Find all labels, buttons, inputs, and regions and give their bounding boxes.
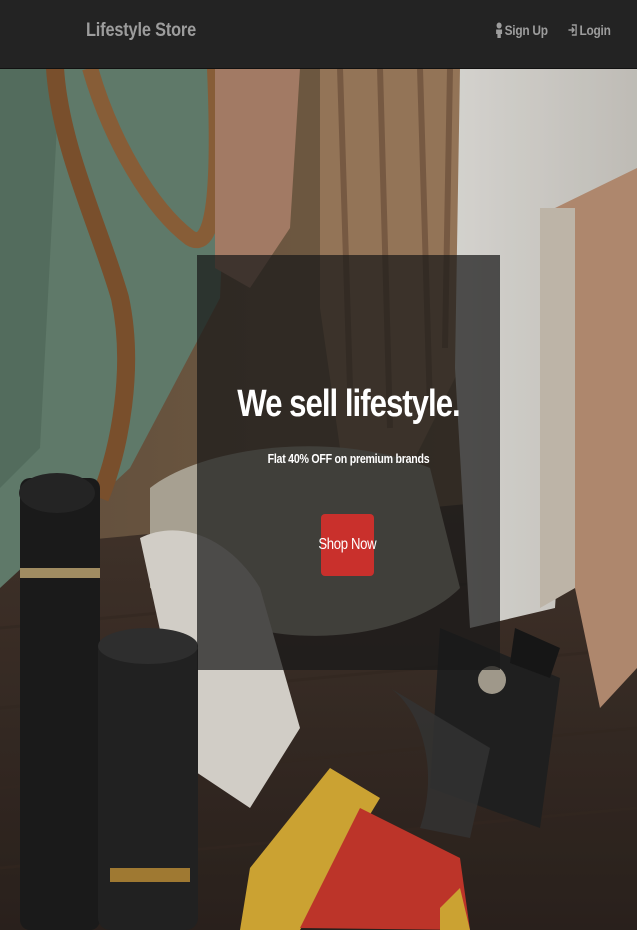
login-icon	[568, 24, 578, 36]
hero-section: We sell lifestyle. Flat 40% OFF on premi…	[0, 68, 637, 930]
navbar: Lifestyle Store Sign Up Login	[0, 0, 637, 69]
login-link[interactable]: Login	[568, 22, 611, 38]
signup-label: Sign Up	[504, 22, 548, 38]
hero-headline: We sell lifestyle.	[237, 383, 460, 425]
shop-now-button[interactable]: Shop Now	[318, 514, 377, 576]
shop-now-label: Shop Now	[318, 536, 377, 553]
hero-subheadline: Flat 40% OFF on premium brands	[267, 452, 430, 466]
signup-link[interactable]: Sign Up	[495, 22, 548, 38]
hero-overlay: We sell lifestyle. Flat 40% OFF on premi…	[197, 255, 500, 670]
nav-links: Sign Up Login	[486, 22, 611, 38]
user-icon	[495, 22, 502, 38]
login-label: Login	[579, 22, 611, 38]
brand-link[interactable]: Lifestyle Store	[86, 20, 196, 42]
